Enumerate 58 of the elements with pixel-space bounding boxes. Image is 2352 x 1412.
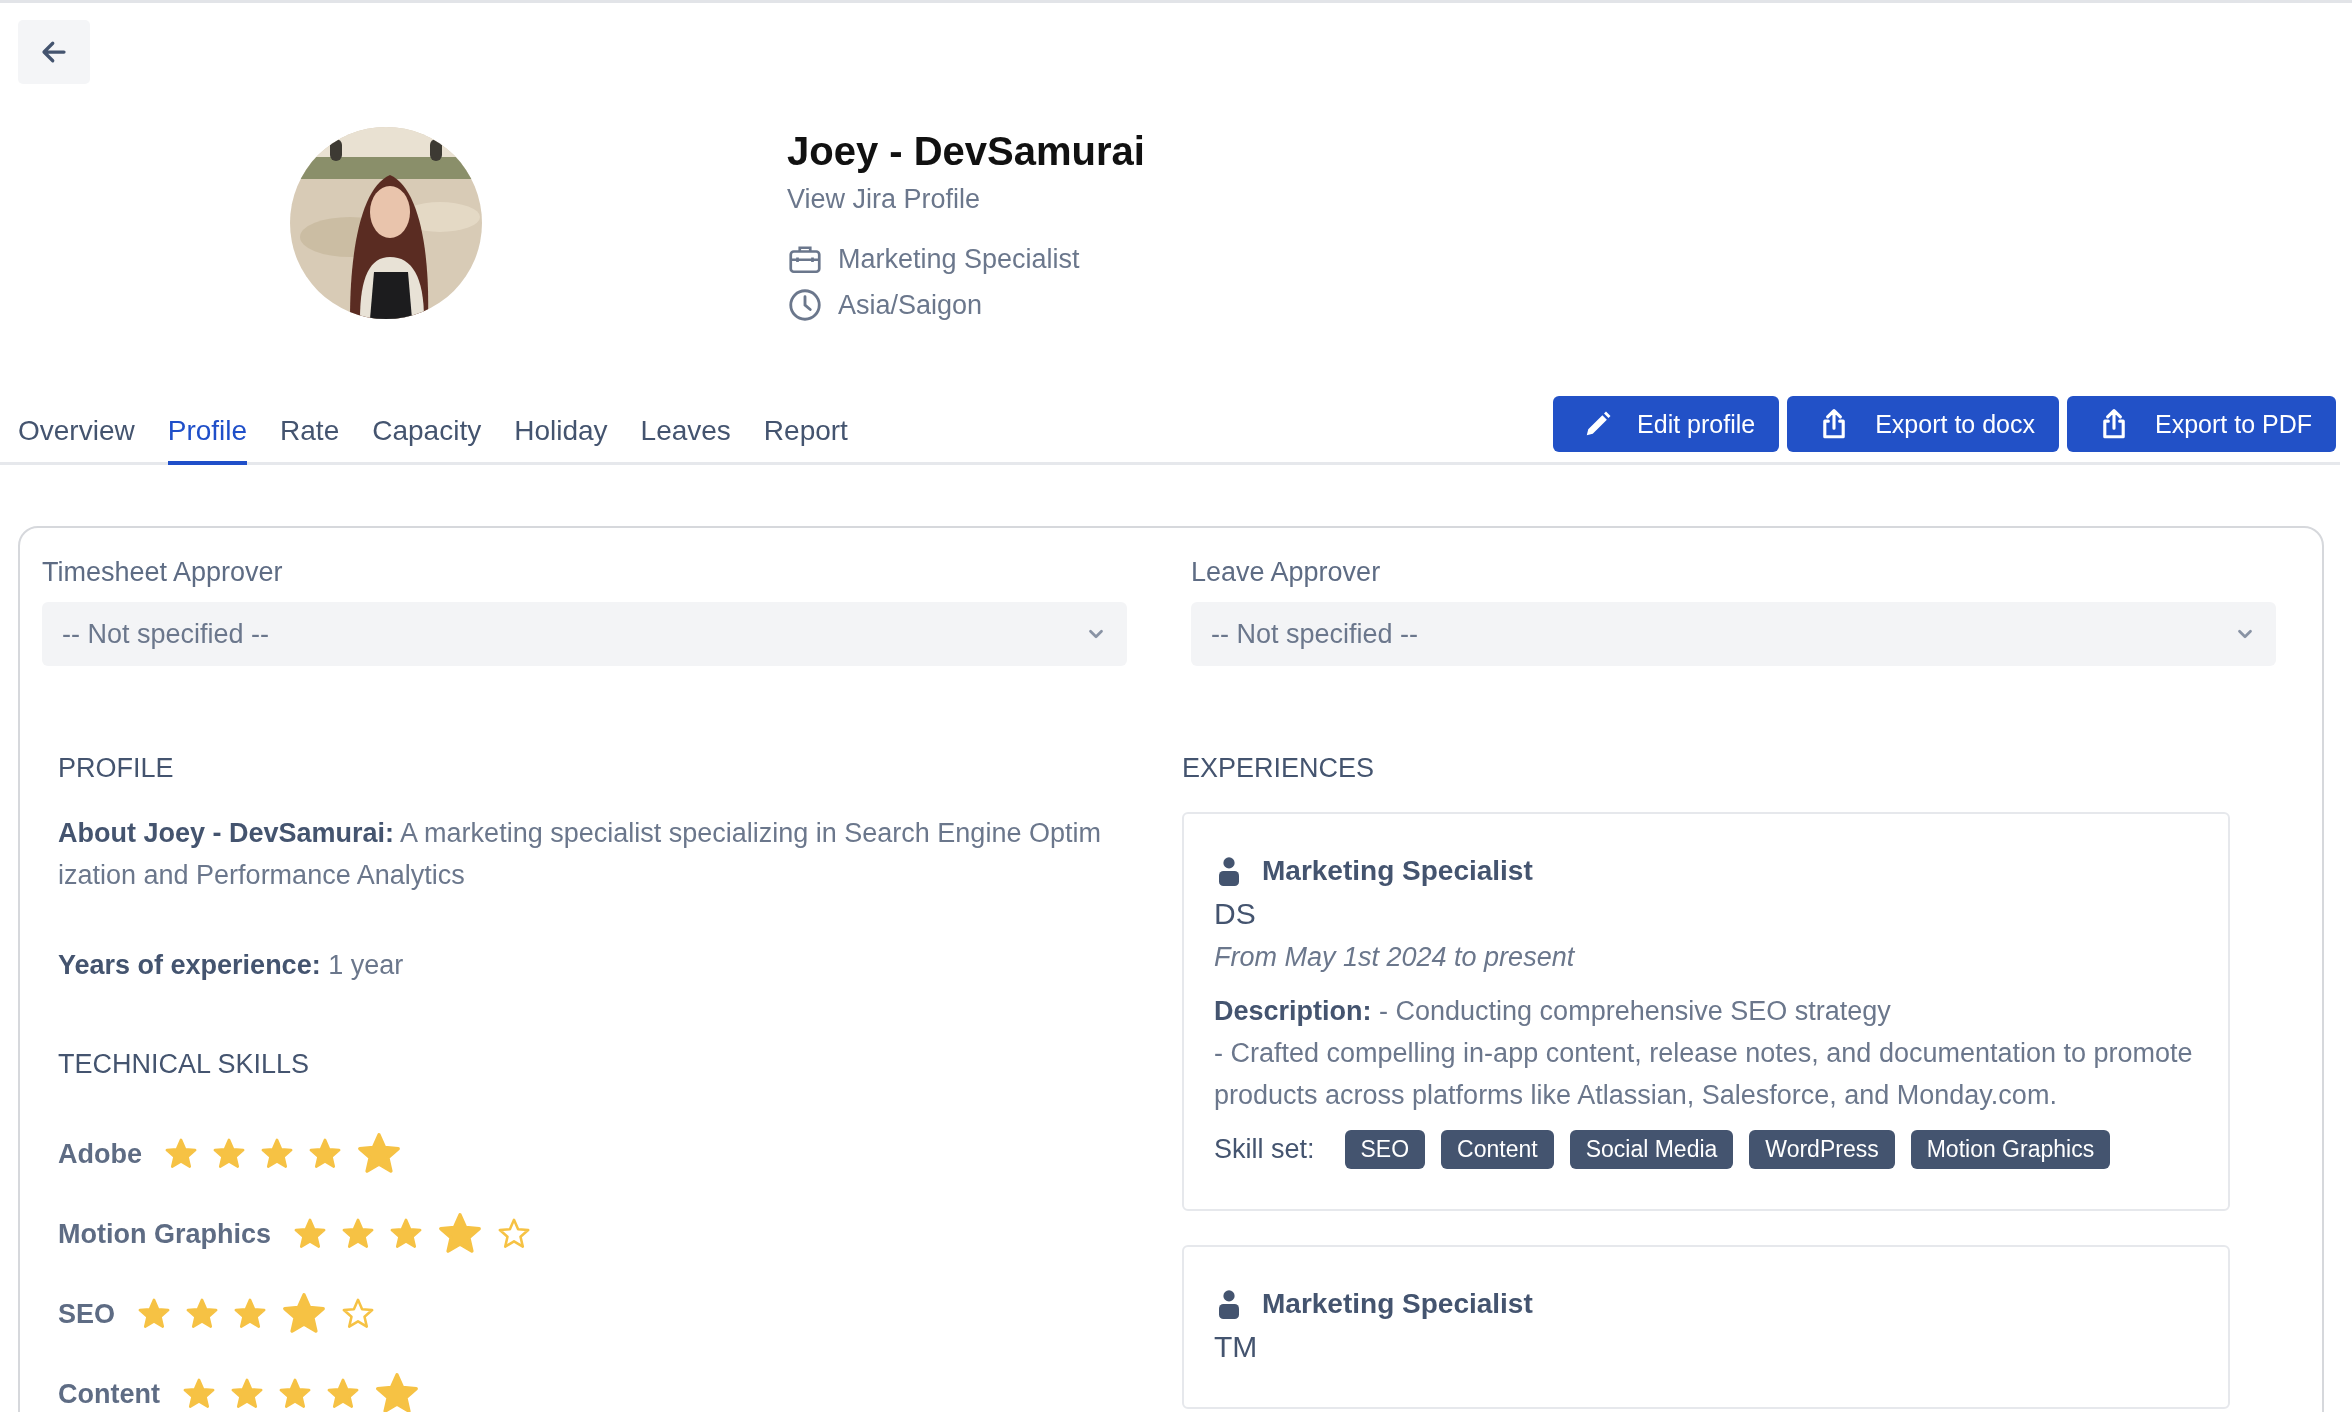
tab[interactable]: Holiday	[514, 407, 608, 465]
description-text: Description: - Conducting comprehensive SEO strategy - Crafted compelling in-app content, release notes, and documentation to promote products across platforms like Atlassian, Salesforce, and Monday.com.	[1214, 995, 2194, 1112]
tab[interactable]: Leaves	[640, 407, 731, 465]
star-icon	[293, 1217, 327, 1251]
detail-text: Asia/Saigon	[838, 289, 983, 322]
tab[interactable]: Capacity	[372, 407, 482, 465]
jira-profile-link[interactable]: View Jira Profile	[787, 181, 1145, 217]
profile-name: Joey - DevSamurai	[787, 128, 1145, 175]
field-label: Leave Approver	[1191, 556, 1382, 589]
star-icon	[164, 1137, 198, 1171]
star-icon	[185, 1297, 220, 1331]
edit-button[interactable]: Edit profile	[1553, 396, 1780, 452]
star-icon	[389, 1217, 423, 1251]
export-button[interactable]: Export to PDF	[2067, 396, 2336, 452]
star-icon	[230, 1377, 264, 1411]
skill-tag: Content	[1441, 1130, 1554, 1169]
star-outline-icon	[341, 1297, 376, 1331]
star-icon	[260, 1137, 294, 1171]
clock-icon	[787, 287, 823, 323]
job-title: Marketing Specialist	[1262, 1288, 1533, 1320]
skill-tag: WordPress	[1749, 1130, 1895, 1169]
period-text: From May 1st 2024 to present	[1214, 941, 1576, 974]
about-text: About Joey - DevSamurai: A marketing specialist specializing in Search Engine Optimization and Performance Analytics	[58, 817, 1102, 892]
star-icon	[137, 1297, 172, 1331]
skill-tag: Social Media	[1569, 1130, 1734, 1169]
company-name: DS	[1214, 896, 1257, 932]
detail-text: Marketing Specialist	[838, 243, 1080, 276]
tab[interactable]: Rate	[280, 407, 340, 465]
job-title: Marketing Specialist	[1262, 855, 1533, 887]
company-name: TM	[1214, 1329, 1259, 1365]
star-icon	[182, 1377, 216, 1411]
export-button[interactable]: Export to docx	[1787, 396, 2059, 452]
star-outline-icon	[497, 1217, 531, 1251]
select-field[interactable]: -- Not specified --	[42, 602, 1127, 666]
skill-tag: SEO	[1344, 1130, 1426, 1169]
star-icon	[233, 1297, 268, 1331]
tab[interactable]: Profile	[167, 407, 248, 465]
tab[interactable]: Report	[763, 407, 848, 465]
tab[interactable]: Overview	[18, 407, 135, 465]
skill-tag: Motion Graphics	[1910, 1130, 2111, 1169]
star-icon	[278, 1377, 312, 1411]
skill-set-label: Skill set:	[1214, 1134, 1315, 1165]
skill-name: Motion Graphics	[58, 1218, 271, 1250]
experience-years-text: Years of experience: 1 year	[58, 949, 405, 982]
star-icon	[212, 1137, 246, 1171]
back-button[interactable]	[18, 20, 90, 84]
skill-name: Content	[58, 1378, 160, 1410]
star-icon	[341, 1217, 375, 1251]
section-heading: PROFILE	[58, 752, 175, 785]
star-icon	[326, 1377, 360, 1411]
section-heading: EXPERIENCES	[1182, 752, 1376, 785]
skill-name: SEO	[58, 1298, 116, 1330]
field-label: Timesheet Approver	[42, 556, 284, 589]
star-icon	[374, 1371, 420, 1412]
section-heading: TECHNICAL SKILLS	[58, 1048, 311, 1081]
select-field[interactable]: -- Not specified --	[1191, 602, 2276, 666]
star-icon	[308, 1137, 342, 1171]
skill-name: Adobe	[58, 1138, 142, 1170]
